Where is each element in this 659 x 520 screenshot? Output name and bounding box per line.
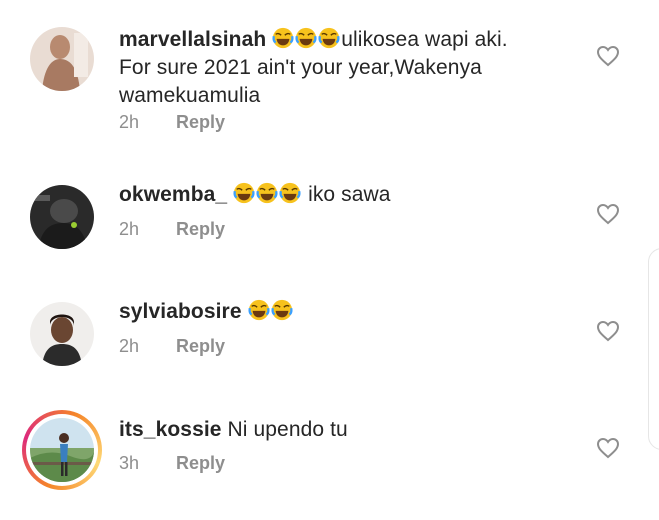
laughing-emoji-icon (318, 27, 341, 51)
laughing-emoji-icon (256, 182, 279, 206)
laughing-emoji-icon (295, 27, 318, 51)
like-heart-icon[interactable] (596, 203, 620, 225)
comment-text-line: For sure 2021 ain't your year,Wakenya (119, 56, 482, 79)
comment-text-line: wamekuamulia (119, 84, 261, 107)
comment-timestamp: 2h (119, 112, 140, 132)
comment-meta: 3h Reply (119, 453, 225, 474)
like-heart-icon[interactable] (596, 320, 620, 342)
comment-username[interactable]: sylviabosire (119, 300, 242, 323)
comment-meta: 2h Reply (119, 336, 225, 357)
avatar (30, 418, 94, 482)
floating-panel-edge[interactable] (648, 248, 659, 450)
comment-body: marvellalsinah ulikosea wapi aki. For su… (119, 26, 559, 110)
avatar[interactable] (30, 27, 94, 91)
comment-text: ulikosea wapi aki. (341, 28, 508, 51)
laughing-emoji-icon (279, 182, 302, 206)
comment-text: Ni upendo tu (227, 418, 348, 441)
comments-list: marvellalsinah ulikosea wapi aki. For su… (0, 0, 659, 520)
reply-button[interactable]: Reply (176, 453, 225, 473)
avatar[interactable] (30, 302, 94, 366)
comment-timestamp: 2h (119, 336, 140, 356)
comment-body: sylviabosire (119, 298, 559, 326)
comment-meta: 2h Reply (119, 112, 225, 133)
comment-meta: 2h Reply (119, 219, 225, 240)
comment-username[interactable]: marvellalsinah (119, 28, 266, 51)
comment-text: iko sawa (308, 183, 391, 206)
laughing-emoji-icon (272, 27, 295, 51)
like-heart-icon[interactable] (596, 437, 620, 459)
story-ring-avatar[interactable] (22, 410, 102, 490)
laughing-emoji-icon (233, 182, 256, 206)
comment-body: its_kossie Ni upendo tu (119, 416, 559, 444)
laughing-emoji-icon (248, 299, 271, 323)
avatar[interactable] (30, 185, 94, 249)
reply-button[interactable]: Reply (176, 219, 225, 239)
comment-timestamp: 3h (119, 453, 140, 473)
reply-button[interactable]: Reply (176, 112, 225, 132)
comment-timestamp: 2h (119, 219, 140, 239)
comment-username[interactable]: its_kossie (119, 418, 222, 441)
reply-button[interactable]: Reply (176, 336, 225, 356)
comment-username[interactable]: okwemba_ (119, 183, 227, 206)
laughing-emoji-icon (271, 299, 294, 323)
like-heart-icon[interactable] (596, 45, 620, 67)
comment-body: okwemba_ iko sawa (119, 181, 559, 209)
